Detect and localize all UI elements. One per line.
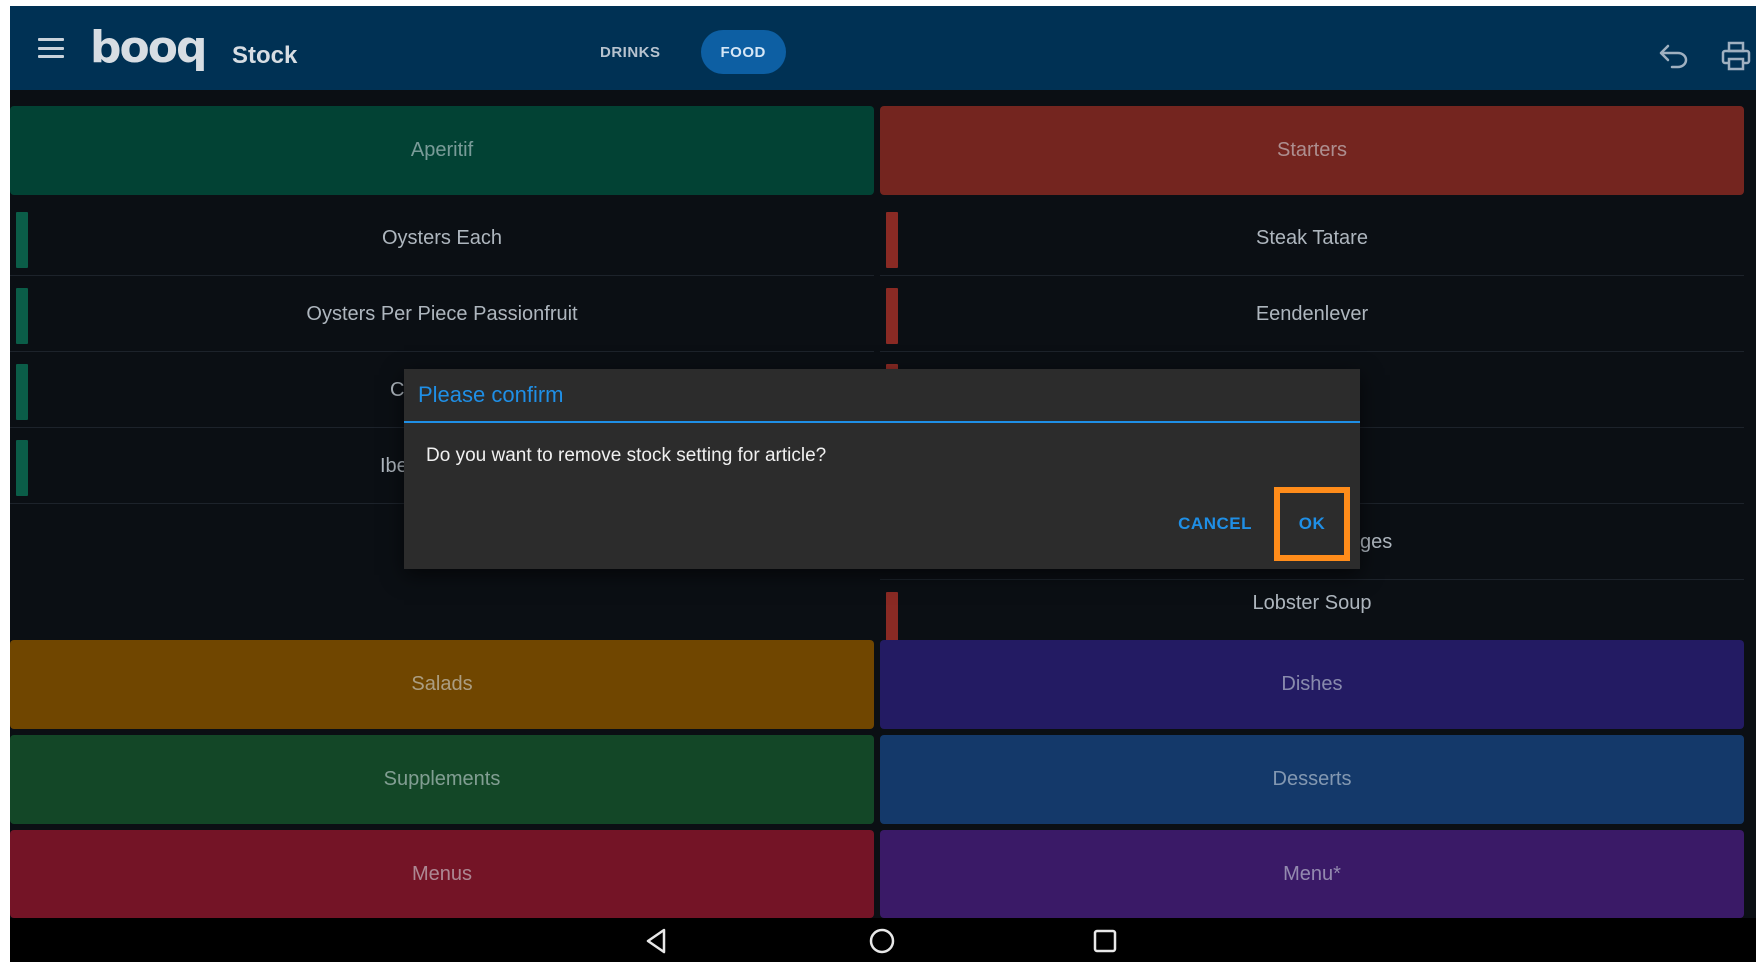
print-icon[interactable] (1716, 36, 1756, 76)
item-color-bar (16, 212, 28, 268)
item-label: Oysters Per Piece Passionfruit (306, 302, 578, 325)
category-salads[interactable]: Salads (10, 640, 874, 729)
tab-food[interactable]: FOOD (700, 30, 786, 74)
category-menus[interactable]: Menus (10, 830, 874, 918)
item-label: Steak Tatare (1256, 226, 1368, 249)
list-item[interactable]: Oysters Each (10, 201, 874, 276)
top-actions (1654, 36, 1756, 76)
recents-icon[interactable] (1090, 926, 1120, 956)
category-desserts[interactable]: Desserts (880, 735, 1744, 824)
category-menu-star[interactable]: Menu* (880, 830, 1744, 918)
item-color-bar (886, 212, 898, 268)
item-label: Eendenlever (1255, 302, 1369, 325)
item-color-bar (886, 288, 898, 344)
item-label: Oysters Each (381, 226, 503, 249)
undo-icon[interactable] (1654, 36, 1694, 76)
item-label: Lobster Soup (1252, 591, 1372, 614)
list-item[interactable]: Eendenlever (880, 277, 1744, 352)
booq-logo: booq (90, 22, 207, 73)
item-label: ges (1360, 530, 1393, 553)
list-item[interactable]: Oysters Per Piece Passionfruit (10, 277, 874, 352)
item-color-bar (16, 288, 28, 344)
tab-drinks[interactable]: DRINKS (580, 30, 681, 74)
list-item[interactable]: Steak Tatare (880, 201, 1744, 276)
ok-highlight: OK (1274, 487, 1350, 561)
item-color-bar (886, 592, 898, 645)
app-screen: booq Stock DRINKS FOOD Aperitif Starters… (10, 6, 1756, 962)
item-color-bar (16, 364, 28, 420)
menu-icon[interactable] (38, 38, 64, 58)
page-title: Stock (232, 42, 298, 69)
category-supplements[interactable]: Supplements (10, 735, 874, 824)
category-starters[interactable]: Starters (880, 106, 1744, 195)
home-icon[interactable] (867, 926, 897, 956)
top-app-bar: booq Stock DRINKS FOOD (10, 6, 1756, 90)
system-nav-bar (10, 918, 1756, 962)
list-item[interactable]: Lobster Soup (880, 581, 1744, 645)
item-label: C (390, 378, 405, 401)
dialog-title: Please confirm (404, 369, 1360, 423)
item-color-bar (16, 440, 28, 496)
ok-button[interactable]: OK (1299, 514, 1326, 534)
dialog-actions: CANCEL OK (1178, 487, 1350, 561)
confirm-dialog: Please confirm Do you want to remove sto… (404, 369, 1360, 569)
dialog-message: Do you want to remove stock setting for … (426, 445, 827, 466)
category-tabs: DRINKS FOOD (580, 30, 786, 74)
cancel-button[interactable]: CANCEL (1178, 514, 1252, 534)
back-icon[interactable] (642, 926, 672, 956)
category-aperitif[interactable]: Aperitif (10, 106, 874, 195)
category-dishes[interactable]: Dishes (880, 640, 1744, 729)
